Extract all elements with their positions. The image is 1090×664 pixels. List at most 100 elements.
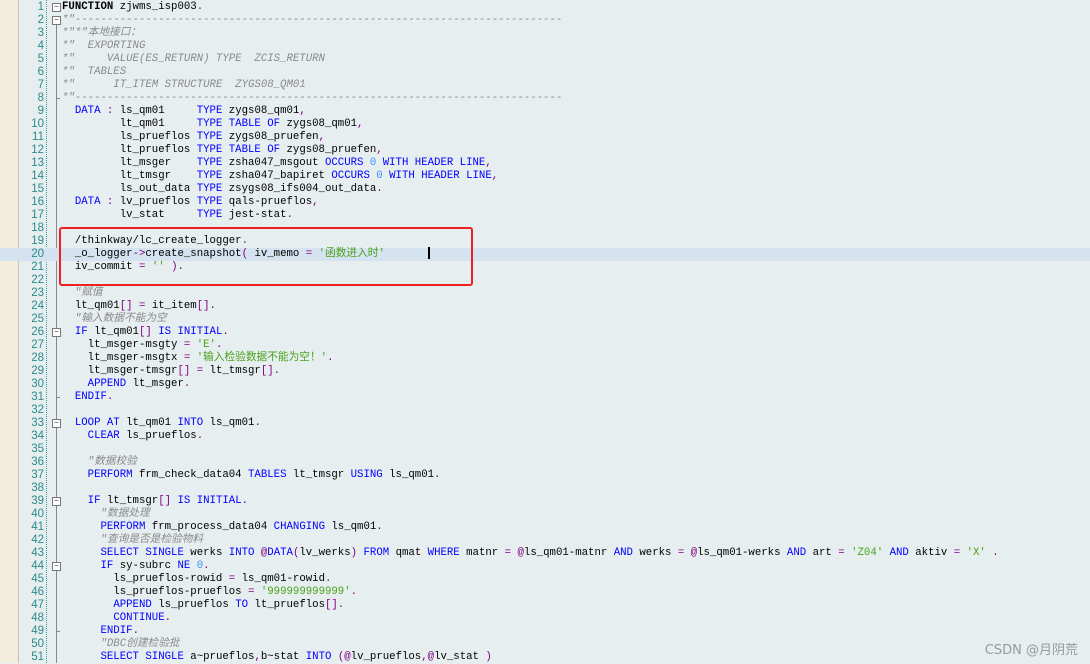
keyword-token: TYPE bbox=[196, 118, 223, 130]
line-number: 38 bbox=[31, 482, 44, 494]
code-line[interactable]: 12 lt_prueflos TYPE TABLE OF zygs08_prue… bbox=[0, 144, 1090, 157]
identifier-token: ls_prueflos bbox=[119, 430, 197, 442]
line-number: 14 bbox=[31, 170, 44, 182]
identifier-token: b~stat bbox=[260, 651, 306, 663]
code-line[interactable]: 30 APPEND lt_msger. bbox=[0, 378, 1090, 391]
code-text: SELECT SINGLE a~prueflos,b~stat INTO (@l… bbox=[62, 651, 492, 664]
code-line[interactable]: 16 DATA : lv_prueflos TYPE qals-prueflos… bbox=[0, 196, 1090, 209]
identifier-token: lv_stat bbox=[62, 209, 197, 221]
fold-collapse-icon[interactable]: − bbox=[52, 562, 61, 571]
keyword-token: TYPE bbox=[196, 170, 223, 182]
code-line[interactable]: 23 "赋值 bbox=[0, 287, 1090, 300]
code-line[interactable]: 49 ENDIF. bbox=[0, 625, 1090, 638]
string-literal-token: 'E' bbox=[196, 339, 216, 351]
code-line[interactable]: 24 lt_qm01[] = it_item[]. bbox=[0, 300, 1090, 313]
code-line[interactable]: 4 *" EXPORTING bbox=[0, 40, 1090, 53]
comment-token: *"*"本地接口： bbox=[62, 27, 142, 39]
code-text: *"--------------------------------------… bbox=[62, 92, 562, 105]
operator-token: , bbox=[491, 170, 499, 182]
line-number: 28 bbox=[31, 352, 44, 364]
code-line[interactable]: 28 lt_msger-msgtx = '输入检验数据不能为空！'. bbox=[0, 352, 1090, 365]
code-line[interactable]: 39− IF lt_tmsgr[] IS INITIAL. bbox=[0, 495, 1090, 508]
keyword-token: AND bbox=[786, 547, 807, 559]
line-number: 49 bbox=[31, 625, 44, 637]
keyword-token: LOOP AT bbox=[74, 417, 120, 429]
line-number: 2 bbox=[37, 14, 44, 26]
identifier-token: lt_qm01 bbox=[62, 118, 197, 130]
identifier-token: ls_qm01-matnr bbox=[523, 547, 614, 559]
code-text: CLEAR ls_prueflos. bbox=[62, 430, 203, 443]
fold-collapse-icon[interactable]: − bbox=[52, 328, 61, 337]
comment-token: *" EXPORTING bbox=[62, 40, 146, 52]
code-line[interactable]: 32 bbox=[0, 404, 1090, 417]
identifier-token: ls_prueflos-prueflos bbox=[62, 586, 248, 598]
identifier-token: lt_msger bbox=[62, 157, 197, 169]
code-line[interactable]: 11 ls_prueflos TYPE zygs08_pruefen, bbox=[0, 131, 1090, 144]
code-text: ls_prueflos-prueflos = '999999999999'. bbox=[62, 586, 357, 599]
fold-collapse-icon[interactable]: − bbox=[52, 3, 61, 12]
keyword-token: TYPE bbox=[196, 157, 223, 169]
code-line[interactable]: 3 *"*"本地接口： bbox=[0, 27, 1090, 40]
code-line[interactable]: 50 "DBC创建检验批 bbox=[0, 638, 1090, 651]
code-line[interactable]: 5 *" VALUE(ES_RETURN) TYPE ZCIS_RETURN bbox=[0, 53, 1090, 66]
operator-token: ,@ bbox=[421, 651, 435, 663]
code-line[interactable]: 14 lt_tmsgr TYPE zsha047_bapiret OCCURS … bbox=[0, 170, 1090, 183]
code-line[interactable]: 45 ls_prueflos-rowid = ls_qm01-rowid. bbox=[0, 573, 1090, 586]
code-line[interactable]: 51 SELECT SINGLE a~prueflos,b~stat INTO … bbox=[0, 651, 1090, 664]
code-line[interactable]: 13 lt_msger TYPE zsha047_msgout OCCURS 0… bbox=[0, 157, 1090, 170]
fold-collapse-icon[interactable]: − bbox=[52, 497, 61, 506]
code-line[interactable]: 36 "数据校验 bbox=[0, 456, 1090, 469]
operator-token: ) bbox=[485, 651, 492, 663]
identifier-token: frm_process_data04 bbox=[145, 521, 274, 533]
code-line[interactable]: 2− *"------------------------------------… bbox=[0, 14, 1090, 27]
code-line[interactable]: 34 CLEAR ls_prueflos. bbox=[0, 430, 1090, 443]
keyword-token: WITH HEADER LINE bbox=[382, 157, 486, 169]
identifier-token: zygs08_pruefen bbox=[222, 131, 319, 143]
code-line[interactable]: 26− IF lt_qm01[] IS INITIAL. bbox=[0, 326, 1090, 339]
identifier-token: sy-subrc bbox=[113, 560, 178, 572]
code-line[interactable]: 10 lt_qm01 TYPE TABLE OF zygs08_qm01, bbox=[0, 118, 1090, 131]
code-text: APPEND lt_msger. bbox=[62, 378, 191, 391]
line-number: 48 bbox=[31, 612, 44, 624]
code-line[interactable]: 41 PERFORM frm_process_data04 CHANGING l… bbox=[0, 521, 1090, 534]
operator-token: . bbox=[327, 352, 334, 364]
code-line[interactable]: 46 ls_prueflos-prueflos = '999999999999'… bbox=[0, 586, 1090, 599]
code-line[interactable]: 37 PERFORM frm_check_data04 TABLES lt_tm… bbox=[0, 469, 1090, 482]
fold-collapse-icon[interactable]: − bbox=[52, 419, 61, 428]
identifier-token: zjwms_isp003 bbox=[113, 1, 197, 13]
fold-collapse-icon[interactable]: − bbox=[52, 16, 61, 25]
identifier-token: ls_qm01 bbox=[382, 469, 435, 481]
code-line[interactable]: 1− FUNCTION zjwms_isp003. bbox=[0, 1, 1090, 14]
operator-token: . bbox=[215, 339, 223, 351]
code-line[interactable]: 44− IF sy-subrc NE 0. bbox=[0, 560, 1090, 573]
code-line[interactable]: 8 *"-------------------------------------… bbox=[0, 92, 1090, 105]
identifier-token: lt_msger-tmsgr bbox=[62, 365, 178, 377]
code-line[interactable]: 31 ENDIF. bbox=[0, 391, 1090, 404]
code-line[interactable]: 42 "查询是否是检验物料 bbox=[0, 534, 1090, 547]
string-literal-token: '999999999999' bbox=[260, 586, 351, 598]
code-text: ls_prueflos-rowid = ls_qm01-rowid. bbox=[62, 573, 331, 586]
code-line[interactable]: 48 CONTINUE. bbox=[0, 612, 1090, 625]
code-line[interactable]: 15 ls_out_data TYPE zsygs08_ifs004_out_d… bbox=[0, 183, 1090, 196]
code-line[interactable]: 33− LOOP AT lt_qm01 INTO ls_qm01. bbox=[0, 417, 1090, 430]
code-line[interactable]: 25 "输入数据不能为空 bbox=[0, 313, 1090, 326]
identifier-token: ls_qm01 bbox=[324, 521, 377, 533]
watermark: CSDN @月阴荒 bbox=[984, 643, 1078, 658]
line-number: 8 bbox=[37, 92, 44, 104]
code-line[interactable]: 35 bbox=[0, 443, 1090, 456]
keyword-token: IF bbox=[87, 495, 101, 507]
operator-token: , bbox=[312, 196, 319, 208]
code-line[interactable]: 40 "数据处理 bbox=[0, 508, 1090, 521]
code-line[interactable]: 47 APPEND ls_prueflos TO lt_prueflos[]. bbox=[0, 599, 1090, 612]
code-line[interactable]: 7 *" IT_ITEM STRUCTURE ZYGS08_QM01 bbox=[0, 79, 1090, 92]
code-line[interactable]: 27 lt_msger-msgty = 'E'. bbox=[0, 339, 1090, 352]
keyword-token: WITH HEADER LINE bbox=[389, 170, 492, 182]
code-line[interactable]: 43 SELECT SINGLE werks INTO @DATA(lv_wer… bbox=[0, 547, 1090, 560]
code-line[interactable]: 9 DATA : ls_qm01 TYPE zygs08_qm01, bbox=[0, 105, 1090, 118]
code-text: "输入数据不能为空 bbox=[62, 313, 167, 326]
code-line[interactable]: 29 lt_msger-tmsgr[] = lt_tmsgr[]. bbox=[0, 365, 1090, 378]
code-line[interactable]: 38 bbox=[0, 482, 1090, 495]
code-line[interactable]: 17 lv_stat TYPE jest-stat. bbox=[0, 209, 1090, 222]
identifier-token: jest-stat bbox=[222, 209, 287, 221]
code-line[interactable]: 6 *" TABLES bbox=[0, 66, 1090, 79]
